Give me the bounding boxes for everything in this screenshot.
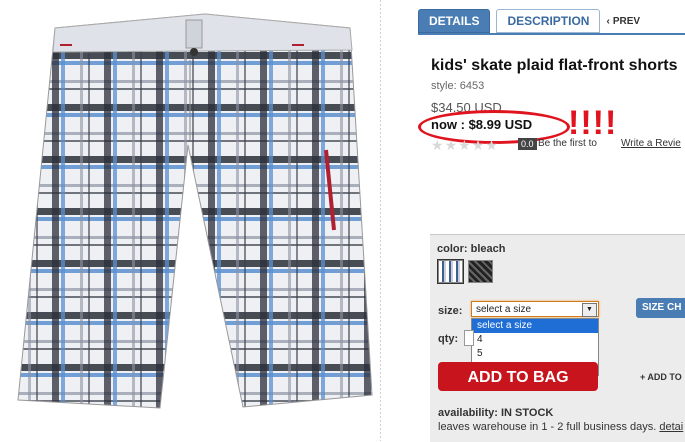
size-chart-button[interactable]: SIZE CH [636,298,685,318]
qty-input[interactable] [464,330,474,346]
tab-bar: DETAILS DESCRIPTION ‹ PREV [418,9,640,33]
dropdown-arrow-icon[interactable]: ▼ [582,303,597,317]
size-select[interactable]: select a size ▼ [471,301,599,317]
color-swatch-dark[interactable] [468,260,493,283]
tab-details[interactable]: DETAILS [418,9,491,33]
review-prefix: Be the first to [538,138,597,149]
size-option[interactable]: 5 [472,347,598,361]
divider [380,0,381,441]
size-option[interactable]: select a size [472,319,598,333]
prev-label: PREV [612,15,641,27]
add-to-bag-button[interactable]: ADD TO BAG [438,362,598,391]
star-icon: ★ [458,137,471,153]
exclamation-annotation: !!!! [568,104,618,142]
qty-label: qty: [438,333,459,345]
product-style: style: 6453 [431,80,485,92]
size-option[interactable]: 4 [472,333,598,347]
size-label: size: [438,305,463,317]
product-title: kids' skate plaid flat-front shorts [431,57,678,74]
chevron-left-icon: ‹ [606,15,610,27]
availability: availability: IN STOCK [438,407,553,419]
details-link[interactable]: detai [659,421,683,433]
rating-score: 0.0 [518,138,537,150]
star-icon: ★ [471,137,485,153]
shipping-note: leaves warehouse in 1 - 2 full business … [438,421,683,433]
prev-link[interactable]: ‹ PREV [606,16,640,27]
rating-stars: ★ ★ ★ ★ ★ [431,137,498,154]
tab-underline [418,33,685,35]
star-icon: ★ [431,137,444,153]
availability-status: IN STOCK [500,407,554,419]
write-review-link[interactable]: Write a Revie [621,138,681,149]
star-icon: ★ [444,137,458,153]
add-to-link[interactable]: + ADD TO [640,372,682,382]
size-select-value: select a size [476,304,532,315]
star-icon: ★ [485,137,498,153]
tab-description[interactable]: DESCRIPTION [496,9,601,33]
shipping-text: leaves warehouse in 1 - 2 full business … [438,421,657,433]
color-swatch-bleach[interactable] [437,259,464,284]
product-image [0,0,380,441]
availability-label: availability: [438,407,498,419]
color-label: color: bleach [437,243,506,255]
